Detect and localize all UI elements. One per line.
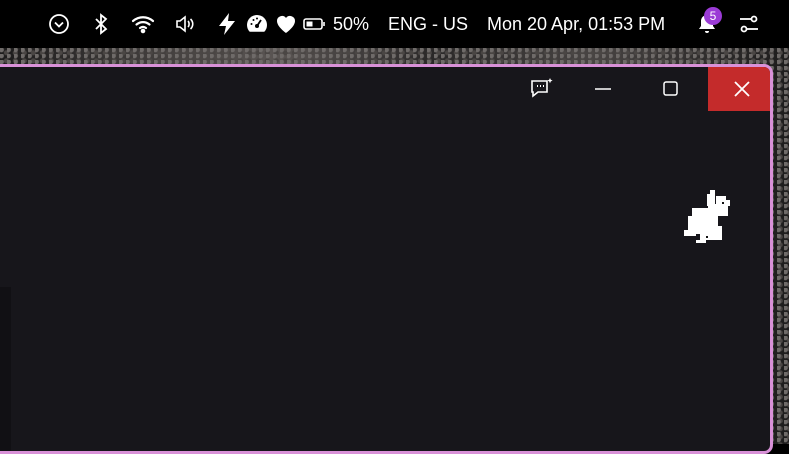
close-button[interactable] [708, 67, 770, 111]
heart-icon[interactable] [274, 12, 298, 36]
settings-sliders-icon[interactable] [737, 12, 761, 36]
app-window[interactable] [0, 64, 773, 454]
language-indicator[interactable]: ENG - US [388, 14, 468, 35]
minimize-button[interactable] [569, 67, 637, 111]
battery-percent: 50% [333, 14, 370, 34]
battery-icon[interactable] [302, 12, 326, 36]
minimize-icon [594, 80, 612, 98]
rabbit-desktop-pet[interactable] [680, 186, 746, 248]
side-pane-edge [0, 287, 11, 451]
maximize-icon [662, 80, 680, 98]
chevron-circle-icon[interactable] [47, 12, 71, 36]
bluetooth-icon[interactable] [89, 12, 113, 36]
maximize-button[interactable] [637, 67, 705, 111]
feedback-icon [529, 76, 555, 102]
system-top-bar: 50% ENG - US Mon 20 Apr, 01:53 PM 5 [0, 0, 789, 48]
wifi-icon[interactable] [131, 12, 155, 36]
date-time[interactable]: Mon 20 Apr, 01:53 PM [487, 14, 665, 35]
volume-icon[interactable] [173, 12, 197, 36]
feedback-button[interactable] [508, 67, 576, 111]
gauge-icon[interactable] [245, 12, 269, 36]
notification-badge: 5 [704, 7, 722, 25]
bolt-icon[interactable] [215, 12, 239, 36]
close-icon [733, 80, 751, 98]
